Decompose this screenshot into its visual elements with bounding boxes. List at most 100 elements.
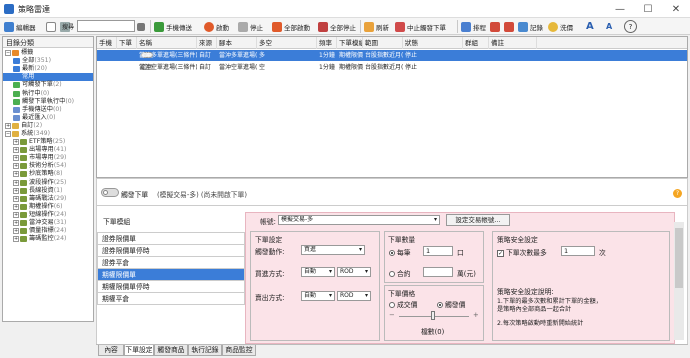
tree-item[interactable]: 全部 (351) xyxy=(3,57,93,65)
action-select[interactable]: 買進 xyxy=(301,245,365,255)
panel-scrollbar[interactable] xyxy=(674,222,684,340)
refresh-button[interactable]: 刷新 xyxy=(362,19,391,34)
tree-item[interactable]: 最近匯入 (0) xyxy=(3,114,93,122)
module-list-item[interactable]: 期權平倉 xyxy=(97,293,245,305)
expand-icon[interactable]: + xyxy=(13,139,19,146)
help-button[interactable]: ? xyxy=(624,20,637,33)
tree-item[interactable]: 最新 (20) xyxy=(3,65,93,73)
tick-slider-handle[interactable] xyxy=(431,311,435,320)
grid-row[interactable]: 當沖多單進場(三條件)自訂當沖多單進場(三條件)多1分鐘期權限價單台股指數近月(… xyxy=(97,50,687,61)
expand-icon[interactable]: + xyxy=(5,122,11,129)
suspend-trigger-button[interactable]: 中止觸發下單 xyxy=(393,19,448,34)
buy-method-select[interactable]: 自動 xyxy=(301,267,335,277)
expand-icon[interactable]: + xyxy=(13,187,19,194)
expand-icon[interactable]: − xyxy=(5,130,11,137)
tree-item[interactable]: + 價量指標 (24) xyxy=(3,227,93,235)
tree-item[interactable]: + 出場專用 (41) xyxy=(3,146,93,154)
expand-icon[interactable]: + xyxy=(13,179,19,186)
manual-send-button[interactable]: 手機傳送 xyxy=(152,19,194,34)
expand-icon[interactable]: + xyxy=(13,236,19,243)
grid-column-header[interactable]: 頻率 xyxy=(317,37,337,49)
module-list-item[interactable]: 期權限價單 xyxy=(97,269,245,281)
tree-item[interactable]: + 抄底策略 (8) xyxy=(3,170,93,178)
tree-item[interactable]: + ETF策略 (25) xyxy=(3,138,93,146)
start-button[interactable]: 啟動 xyxy=(202,19,231,34)
grid-column-header[interactable]: 手機 xyxy=(97,37,117,49)
editor-button[interactable]: 編輯器 xyxy=(2,19,38,34)
export-button[interactable] xyxy=(502,19,516,34)
expand-icon[interactable]: + xyxy=(13,171,19,178)
tree-item[interactable]: + 期權操作 (6) xyxy=(3,203,93,211)
import-button[interactable] xyxy=(488,19,502,34)
maximize-button[interactable]: ☐ xyxy=(634,0,662,18)
stop-all-button[interactable]: 全部停止 xyxy=(316,19,358,34)
grid-column-header[interactable]: 群組 xyxy=(463,37,489,49)
grid-column-header[interactable]: 腳本 xyxy=(217,37,257,49)
tree-item[interactable]: + 長線投資 (1) xyxy=(3,187,93,195)
sell-method-select[interactable]: 自動 xyxy=(301,291,335,301)
account-select[interactable]: 模擬交易-多 xyxy=(278,215,440,225)
clear-button[interactable]: 洗價 xyxy=(546,19,575,34)
minimize-button[interactable]: — xyxy=(606,0,634,18)
max-orders-checkbox[interactable]: ✓ 下單次數最多 xyxy=(497,247,547,257)
tab-2[interactable]: 觸發商品 xyxy=(154,345,188,356)
help-icon[interactable]: ? xyxy=(673,189,682,198)
trigger-toggle[interactable] xyxy=(101,188,119,197)
amount-input[interactable] xyxy=(423,267,453,277)
expand-icon[interactable]: − xyxy=(5,50,11,57)
tree-item[interactable]: + 自訂 (2) xyxy=(3,122,93,130)
module-list-item[interactable]: 證券平倉 xyxy=(97,257,245,269)
expand-icon[interactable]: + xyxy=(13,163,19,170)
start-all-button[interactable]: 全部啟動 xyxy=(270,19,312,34)
tree-item[interactable]: + 波段操作 (25) xyxy=(3,179,93,187)
module-list-item[interactable]: 期權限價單停時 xyxy=(97,281,245,293)
expand-icon[interactable]: + xyxy=(13,211,19,218)
tree-item[interactable]: − 標籤 xyxy=(3,49,93,57)
tree-item[interactable]: + 籌碼戰法 (29) xyxy=(3,195,93,203)
tree-item[interactable]: 可觸發下單 (2) xyxy=(3,81,93,89)
expand-icon[interactable]: + xyxy=(13,228,19,235)
font-decrease-button[interactable]: A xyxy=(604,19,614,34)
font-increase-button[interactable]: A xyxy=(584,19,596,34)
tree-item[interactable]: + 當沖交易 (31) xyxy=(3,219,93,227)
max-orders-input[interactable]: 1 xyxy=(561,246,595,256)
tree-item[interactable]: + 短線操作 (24) xyxy=(3,211,93,219)
expand-icon[interactable]: + xyxy=(13,155,19,162)
search-submit[interactable] xyxy=(135,19,147,34)
account-settings-button[interactable]: 設定交易帳號... xyxy=(446,214,510,226)
module-list-item[interactable]: 證券限價單 xyxy=(97,233,245,245)
grid-column-header[interactable]: 多空 xyxy=(257,37,317,49)
tree-item[interactable]: 執行中 (0) xyxy=(3,89,93,97)
scroll-thumb[interactable] xyxy=(675,228,683,288)
buy-type-select[interactable]: ROD xyxy=(337,267,371,277)
grid-column-header[interactable]: 範圍 xyxy=(363,37,403,49)
per-order-radio[interactable]: 每筆 xyxy=(389,247,411,257)
grid-row[interactable]: 當沖空單進場(三條件)自訂當沖空單進場(三條件)空1分鐘期權限價單台股指數近月(… xyxy=(97,62,687,73)
tree-item[interactable]: + 籌碼監控 (24) xyxy=(3,235,93,243)
per-order-input[interactable]: 1 xyxy=(423,246,453,256)
grid-column-header[interactable]: 備註 xyxy=(489,37,537,49)
trigger-price-radio[interactable]: 觸發價 xyxy=(437,299,465,309)
grid-column-header[interactable]: 名稱 xyxy=(137,37,197,49)
tree-item[interactable]: 觸發下單執行中 (0) xyxy=(3,98,93,106)
tab-3[interactable]: 執行記錄 xyxy=(188,345,222,356)
add-button[interactable] xyxy=(44,19,58,34)
stop-button[interactable]: 停止 xyxy=(236,19,265,34)
tab-0[interactable]: 內容 xyxy=(98,345,124,356)
market-price-radio[interactable]: 成交價 xyxy=(389,299,417,309)
grid-column-header[interactable]: 下單 xyxy=(117,37,137,49)
sell-type-select[interactable]: ROD xyxy=(337,291,371,301)
grid-column-header[interactable]: 下單模組 xyxy=(337,37,363,49)
expand-icon[interactable]: + xyxy=(13,195,19,202)
schedule-button[interactable]: 排程 xyxy=(459,19,488,34)
expand-icon[interactable]: + xyxy=(13,220,19,227)
module-list-item[interactable]: 證券限價單停時 xyxy=(97,245,245,257)
tab-4[interactable]: 商品監控 xyxy=(222,345,256,356)
grid-column-header[interactable]: 來源 xyxy=(197,37,217,49)
tab-1[interactable]: 下單設定 xyxy=(124,345,154,356)
tree-item[interactable]: 手機傳送中 (0) xyxy=(3,106,93,114)
records-button[interactable]: 記錄 xyxy=(516,19,545,34)
expand-icon[interactable]: + xyxy=(13,147,19,154)
close-button[interactable]: ✕ xyxy=(662,0,690,18)
search-input[interactable] xyxy=(77,20,135,32)
